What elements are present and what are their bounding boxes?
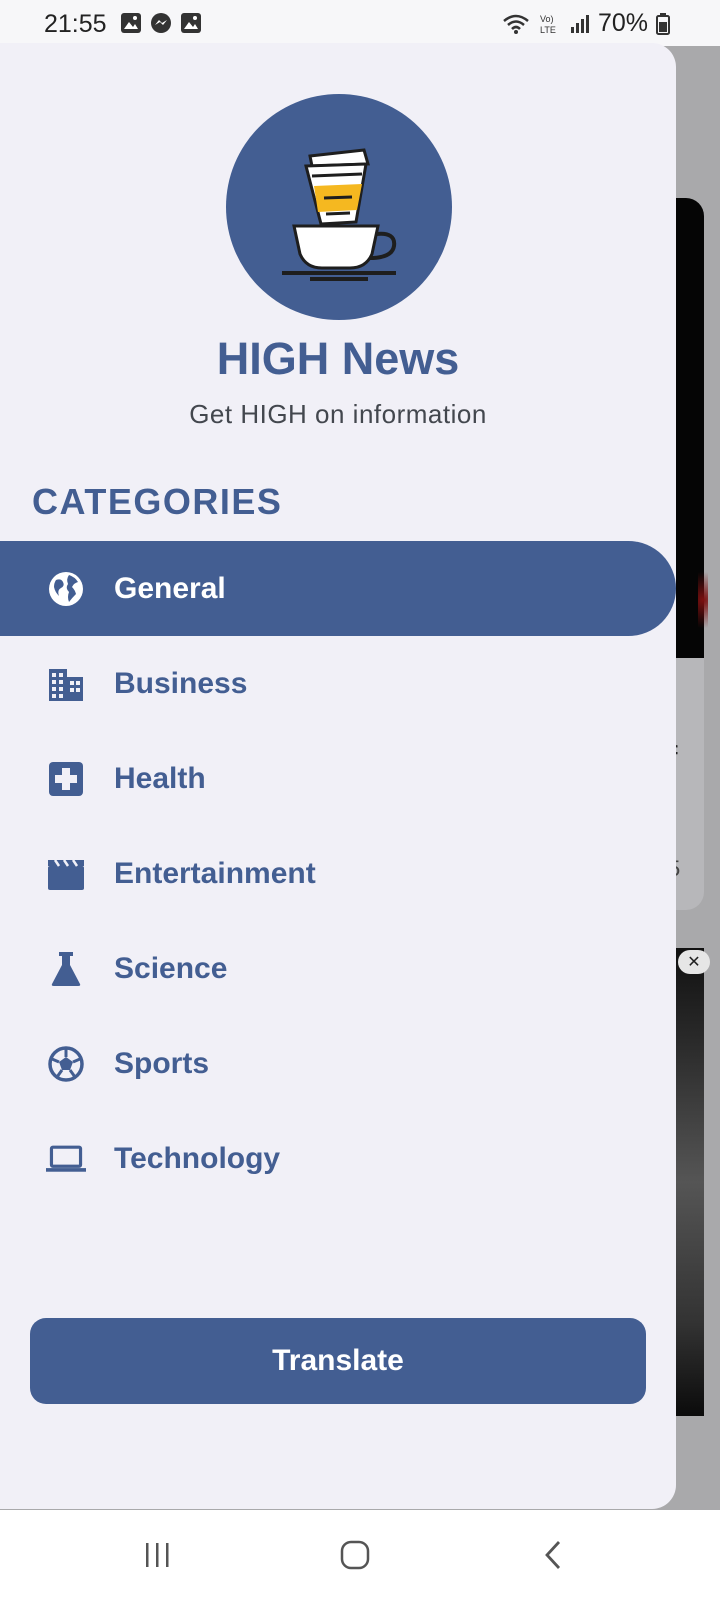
battery-percent: 70% xyxy=(597,9,648,37)
newspaper-cup-icon xyxy=(282,148,397,281)
recent-apps-icon[interactable] xyxy=(133,1532,183,1578)
background-image-detail xyxy=(698,560,708,640)
building-icon xyxy=(46,664,86,704)
back-icon[interactable] xyxy=(528,1532,578,1578)
signal-icon xyxy=(570,14,589,33)
ad-close-icon: ✕ xyxy=(678,950,710,974)
flask-icon xyxy=(46,949,86,989)
category-list: General Business Health Entertainment Sc… xyxy=(0,541,676,1206)
category-item-entertainment[interactable]: Entertainment xyxy=(0,826,676,921)
clapperboard-icon xyxy=(46,854,86,894)
navigation-drawer: HIGH News Get HIGH on information CATEGO… xyxy=(0,43,676,1509)
category-label: General xyxy=(114,571,226,605)
category-label: Health xyxy=(114,761,206,795)
laptop-icon xyxy=(46,1139,86,1179)
app-logo xyxy=(226,94,452,320)
wifi-icon xyxy=(503,14,529,34)
globe-icon xyxy=(46,569,86,609)
home-icon[interactable] xyxy=(330,1532,380,1578)
battery-icon xyxy=(656,12,670,35)
category-label: Entertainment xyxy=(114,856,316,890)
category-item-sports[interactable]: Sports xyxy=(0,1016,676,1111)
translate-button[interactable]: Translate xyxy=(30,1318,646,1404)
categories-heading: CATEGORIES xyxy=(32,481,283,522)
notification-icons xyxy=(120,12,202,34)
app-title: HIGH News xyxy=(216,333,460,384)
category-item-science[interactable]: Science xyxy=(0,921,676,1016)
image-icon xyxy=(121,13,141,33)
image-icon xyxy=(181,13,201,33)
category-label: Business xyxy=(114,666,248,700)
category-label: Sports xyxy=(114,1046,210,1080)
volte-icon: Vo) LTE xyxy=(540,14,556,35)
status-time: 21:55 xyxy=(44,10,107,38)
app-subtitle: Get HIGH on information xyxy=(189,399,487,429)
category-label: Technology xyxy=(114,1141,281,1175)
category-item-health[interactable]: Health xyxy=(0,731,676,826)
medical-cross-icon xyxy=(46,759,86,799)
system-icons: Vo) LTE 70% xyxy=(502,9,670,38)
svg-text:Vo): Vo) xyxy=(540,14,554,24)
category-item-general[interactable]: General xyxy=(0,541,676,636)
category-item-business[interactable]: Business xyxy=(0,636,676,731)
status-bar: 21:55 Vo) LTE 70% xyxy=(0,0,720,46)
messenger-icon xyxy=(151,13,171,33)
category-label: Science xyxy=(114,951,228,985)
soccer-ball-icon xyxy=(46,1044,86,1084)
category-item-technology[interactable]: Technology xyxy=(0,1111,676,1206)
system-nav-bar xyxy=(0,1510,720,1600)
svg-text:LTE: LTE xyxy=(540,25,556,35)
